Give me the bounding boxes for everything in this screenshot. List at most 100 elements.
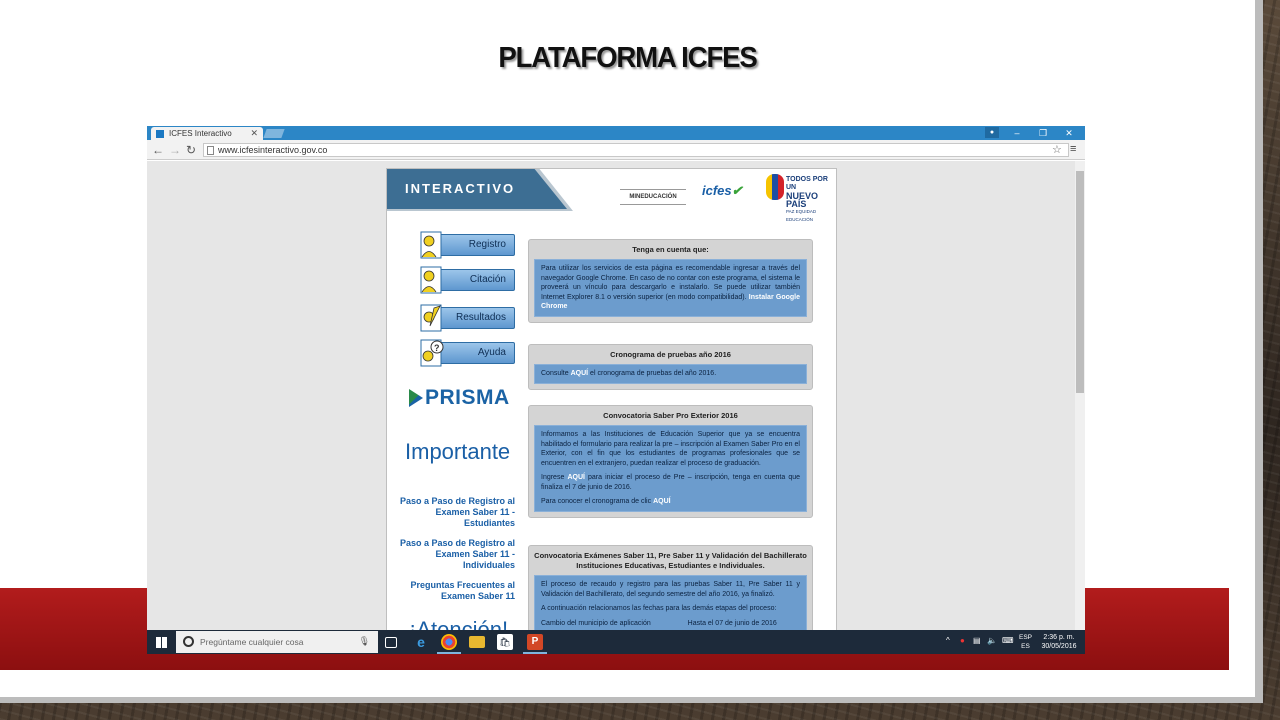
panel-paragraph: A continuación relacionamos las fechas p… xyxy=(541,605,777,612)
slide-shadow xyxy=(1255,0,1263,697)
person-icon xyxy=(420,266,442,294)
slide-title: PLATAFORMA ICFES xyxy=(498,42,757,74)
scroll-thumb[interactable] xyxy=(1076,171,1084,393)
citacion-label: Citación xyxy=(469,274,506,285)
icfes-logo[interactable]: icfes✔ xyxy=(702,183,744,199)
flag-shield-icon xyxy=(766,174,784,200)
powerpoint-icon[interactable]: P xyxy=(527,634,543,650)
panel-saber-pro-exterior: Convocatoria Saber Pro Exterior 2016 Inf… xyxy=(528,405,813,518)
url-text: www.icfesinteractivo.gov.co xyxy=(218,145,328,155)
prisma-logo[interactable]: PRISMA xyxy=(407,386,510,410)
microphone-icon[interactable]: 🎙 xyxy=(359,636,370,647)
restore-button[interactable]: ❐ xyxy=(1030,126,1056,140)
link-registro-individuales[interactable]: Paso a Paso de Registro al Examen Saber … xyxy=(395,538,515,571)
close-tab-icon[interactable]: ✕ xyxy=(250,128,258,139)
minimize-button[interactable]: – xyxy=(1004,126,1030,140)
bookmark-star-icon[interactable]: ☆ xyxy=(1052,143,1062,156)
taskbar: Pregúntame cualquier cosa 🎙 e 🛍 P ^ ● ▤ … xyxy=(147,630,1085,654)
language-code: ESP xyxy=(1019,634,1033,641)
panel-title: Convocatoria Exámenes Saber 11, Pre Sabe… xyxy=(534,551,807,570)
url-input[interactable]: www.icfesinteractivo.gov.co xyxy=(203,143,1069,157)
show-hidden-icons-icon[interactable]: ^ xyxy=(946,636,950,645)
tpun-line-2: NUEVO PAÍS xyxy=(786,191,819,209)
aqui-link[interactable]: AQUÍ xyxy=(653,498,671,505)
panel-body: El proceso de recaudo y registro para la… xyxy=(534,575,807,630)
browser-tab[interactable]: ICFES Interactivo ✕ xyxy=(151,127,263,140)
keyboard-layout: ES xyxy=(1021,643,1030,650)
favicon-icon xyxy=(156,130,164,138)
ayuda-label: Ayuda xyxy=(477,347,506,358)
address-bar: ← → ↻ www.icfesinteractivo.gov.co ☆ ≡ xyxy=(147,140,1085,160)
panel-title: Cronograma de pruebas año 2016 xyxy=(610,350,731,359)
panel-title: Tenga en cuenta que: xyxy=(632,245,709,254)
panel-paragraph: Ingrese AQUÍ para iniciar el proceso de … xyxy=(541,473,800,492)
link-preguntas-frecuentes[interactable]: Preguntas Frecuentes al Examen Saber 11 xyxy=(395,580,515,602)
edge-icon[interactable]: e xyxy=(413,634,429,650)
clock[interactable]: 2:36 p. m. 30/05/2016 xyxy=(1036,633,1082,651)
aqui-link[interactable]: AQUÍ xyxy=(571,370,589,377)
panel-paragraph: Cambio del municipio de aplicación Hasta… xyxy=(541,619,777,627)
todos-por-un-nuevo-pais-logo[interactable]: TODOS POR UN NUEVO PAÍS PAZ EQUIDAD EDUC… xyxy=(766,174,836,222)
panel-saber-11: Convocatoria Exámenes Saber 11, Pre Sabe… xyxy=(528,545,813,630)
network-icon[interactable]: ▤ xyxy=(973,636,981,645)
task-view-icon[interactable] xyxy=(385,637,397,648)
tpun-line-3: PAZ EQUIDAD EDUCACIÓN xyxy=(786,209,817,222)
screenshot: ICFES Interactivo ✕ ● – ❐ ✕ ← → ↻ www.ic… xyxy=(147,126,1085,654)
file-explorer-icon[interactable] xyxy=(469,636,485,648)
resultados-label: Resultados xyxy=(455,312,506,323)
page-viewport: INTERACTIVO MINEDUCACIÓN icfes✔ TODOS PO… xyxy=(147,161,1075,630)
prisma-arrow-icon xyxy=(409,389,423,407)
page-icon xyxy=(207,146,214,155)
panel-tenga-en-cuenta: Tenga en cuenta que: Para utilizar los s… xyxy=(528,239,813,323)
ayuda-button[interactable]: ? Ayuda xyxy=(420,339,515,367)
panel-paragraph: Informamos a las Instituciones de Educac… xyxy=(541,431,800,467)
panel-title: Convocatoria Saber Pro Exterior 2016 xyxy=(603,411,738,420)
panel-paragraph: Para conocer el cronograma de clic AQUÍ xyxy=(541,497,800,507)
back-icon[interactable]: ← xyxy=(152,143,164,157)
cortana-icon xyxy=(183,636,194,647)
resultados-button[interactable]: Resultados xyxy=(420,304,515,332)
tpun-line-1: TODOS POR UN xyxy=(786,176,828,191)
active-indicator xyxy=(523,652,547,654)
user-icon[interactable]: ● xyxy=(985,127,999,138)
panel-text: Para conocer el cronograma de clic xyxy=(541,498,652,505)
panel-paragraph: El proceso de recaudo y registro para la… xyxy=(541,581,800,598)
registro-button[interactable]: Registro xyxy=(420,231,515,259)
header-text: INTERACTIVO xyxy=(405,181,516,196)
atencion-heading: ¡Atención! xyxy=(409,617,509,630)
cortana-search-box[interactable]: Pregúntame cualquier cosa 🎙 xyxy=(176,631,378,653)
pencil-icon xyxy=(420,304,442,332)
close-window-button[interactable]: ✕ xyxy=(1056,126,1082,140)
tab-title: ICFES Interactivo xyxy=(169,129,232,138)
link-registro-estudiantes[interactable]: Paso a Paso de Registro al Examen Saber … xyxy=(395,496,515,529)
scrollbar[interactable] xyxy=(1075,161,1085,630)
store-icon[interactable]: 🛍 xyxy=(497,634,513,650)
chrome-icon[interactable] xyxy=(441,634,457,650)
language-indicator[interactable]: ESP ES xyxy=(1019,633,1032,651)
reload-icon[interactable]: ↻ xyxy=(186,143,196,157)
new-tab-button[interactable] xyxy=(263,129,285,138)
forward-icon[interactable]: → xyxy=(169,143,181,157)
clock-time: 2:36 p. m. xyxy=(1043,634,1075,641)
keyboard-icon[interactable]: ⌨ xyxy=(1002,636,1014,645)
aqui-link[interactable]: AQUÍ xyxy=(567,474,585,481)
prisma-text: PRISMA xyxy=(425,386,510,409)
panel-body: Para utilizar los servicios de esta pági… xyxy=(534,259,807,317)
panel-text: Ingrese xyxy=(541,474,565,481)
windows-start-icon[interactable] xyxy=(156,637,167,648)
antivirus-icon[interactable]: ● xyxy=(960,636,965,645)
icfes-logo-text: icfes xyxy=(702,183,732,198)
registro-label: Registro xyxy=(468,239,506,250)
menu-icon[interactable]: ≡ xyxy=(1070,143,1076,155)
tab-bar: ICFES Interactivo ✕ ● – ❐ ✕ xyxy=(147,126,1085,140)
person-icon xyxy=(420,231,442,259)
tpun-text: TODOS POR UN NUEVO PAÍS PAZ EQUIDAD EDUC… xyxy=(786,176,836,224)
mineducacion-logo[interactable]: MINEDUCACIÓN xyxy=(620,189,686,205)
active-indicator xyxy=(437,652,461,654)
clock-date: 30/05/2016 xyxy=(1041,643,1077,650)
panel-text: Consulte xyxy=(541,370,569,377)
important-heading: Importante xyxy=(405,439,511,464)
panel-cronograma: Cronograma de pruebas año 2016 Consulte … xyxy=(528,344,813,390)
volume-icon[interactable]: 🔈 xyxy=(987,636,997,645)
citacion-button[interactable]: Citación xyxy=(420,266,515,294)
